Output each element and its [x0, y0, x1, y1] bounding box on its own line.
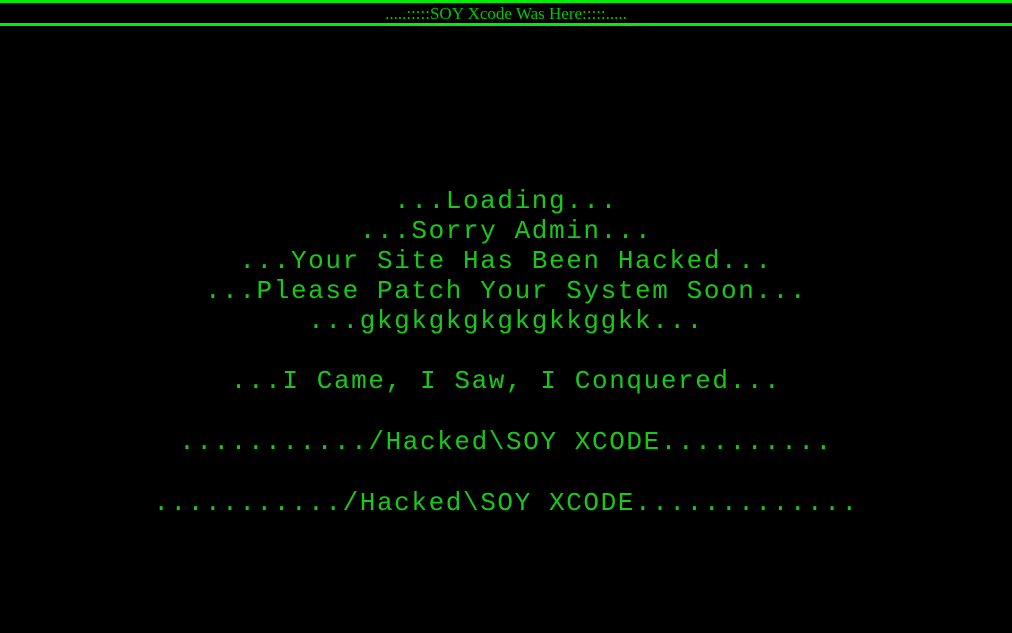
header-banner-text: .....:::::SOY Xcode Was Here:::::.....: [385, 3, 627, 23]
message-line-signature-1: .........../Hacked\SOY XCODE..........: [179, 427, 833, 457]
message-line-site-hacked: ...Your Site Has Been Hacked...: [239, 246, 773, 276]
message-line-sorry-admin: ...Sorry Admin...: [359, 216, 653, 246]
message-line-loading: ...Loading...: [394, 186, 618, 216]
terminal-screen: ...Loading... ...Sorry Admin... ...Your …: [0, 26, 1012, 633]
hacked-message-block: ...Loading... ...Sorry Admin... ...Your …: [0, 186, 1012, 518]
message-line-gibberish: ...gkgkgkgkgkgkkggkk...: [308, 306, 704, 336]
message-line-came-saw-conquered: ...I Came, I Saw, I Conquered...: [230, 366, 782, 396]
message-line-signature-2: .........../Hacked\SOY XCODE............…: [153, 488, 859, 518]
header-banner-bar: .....:::::SOY Xcode Was Here:::::.....: [0, 0, 1012, 26]
message-line-patch-system: ...Please Patch Your System Soon...: [204, 276, 808, 306]
